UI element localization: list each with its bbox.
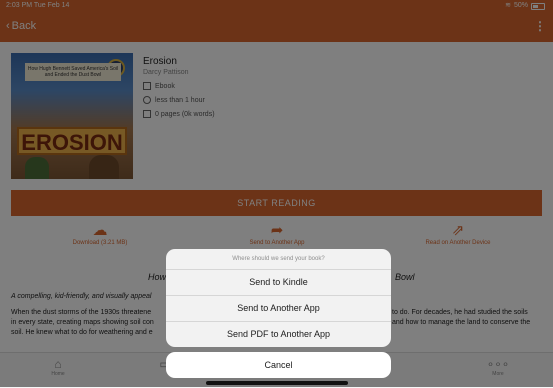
action-sheet-prompt: Where should we send your book? (166, 249, 391, 270)
send-pdf-option[interactable]: Send PDF to Another App (166, 322, 391, 347)
send-to-another-app-option[interactable]: Send to Another App (166, 296, 391, 322)
send-to-kindle-option[interactable]: Send to Kindle (166, 270, 391, 296)
home-indicator[interactable] (206, 381, 348, 385)
cancel-button[interactable]: Cancel (166, 352, 391, 378)
action-sheet: Where should we send your book? Send to … (166, 249, 391, 347)
